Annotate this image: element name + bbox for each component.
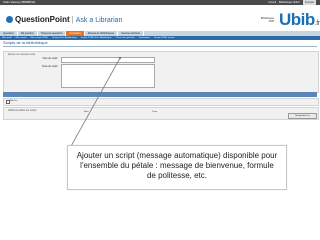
callout-text: Ajouter un script (message automatique) … [76,151,278,180]
questionpoint-logo-icon [6,16,13,23]
logo-subtitle: Ask a Librarian [75,17,123,24]
ubib-logo-text: Ubib [279,10,315,29]
script-text-label: Texte du script: [41,65,58,68]
display-options-row: Afficher [3,98,319,106]
new-script-panel: Ajouter un nouveau script Nom du script:… [3,51,319,93]
script-name-label: Nom du script: [42,57,58,60]
app-logo: QuestionPoint | Ask a Librarian [15,15,123,24]
institution-number: 3465 [268,20,274,23]
column-text-header: Texte [152,111,158,113]
annotation-callout: Ajouter un script (message automatique) … [67,145,287,190]
scripts-list-panel: Afficher/modifier les scripts Nom Texte [3,107,319,120]
new-script-panel-title: Ajouter un nouveau script [8,53,36,56]
section-bar [3,92,317,97]
header: QuestionPoint | Ask a Librarian Bibliothèq… [0,5,320,34]
page-title: Scripts de la bibliothèque [3,40,317,47]
script-text-input[interactable] [61,64,155,88]
column-name-header: Nom [84,111,89,113]
institution-info: Bibliothèque 3465 [252,17,274,23]
ubib-logo: Ubib.fr Votre bibliothécaire en ligne [279,10,320,34]
ubib-logo-suffix: .fr [314,20,320,27]
display-checkbox-label: Afficher [10,100,18,102]
script-name-input[interactable] [61,57,155,63]
logo-title: QuestionPoint [15,15,70,24]
save-button[interactable]: Enregistrer les [288,113,317,119]
scripts-list-title: Afficher/modifier les scripts [8,109,37,112]
